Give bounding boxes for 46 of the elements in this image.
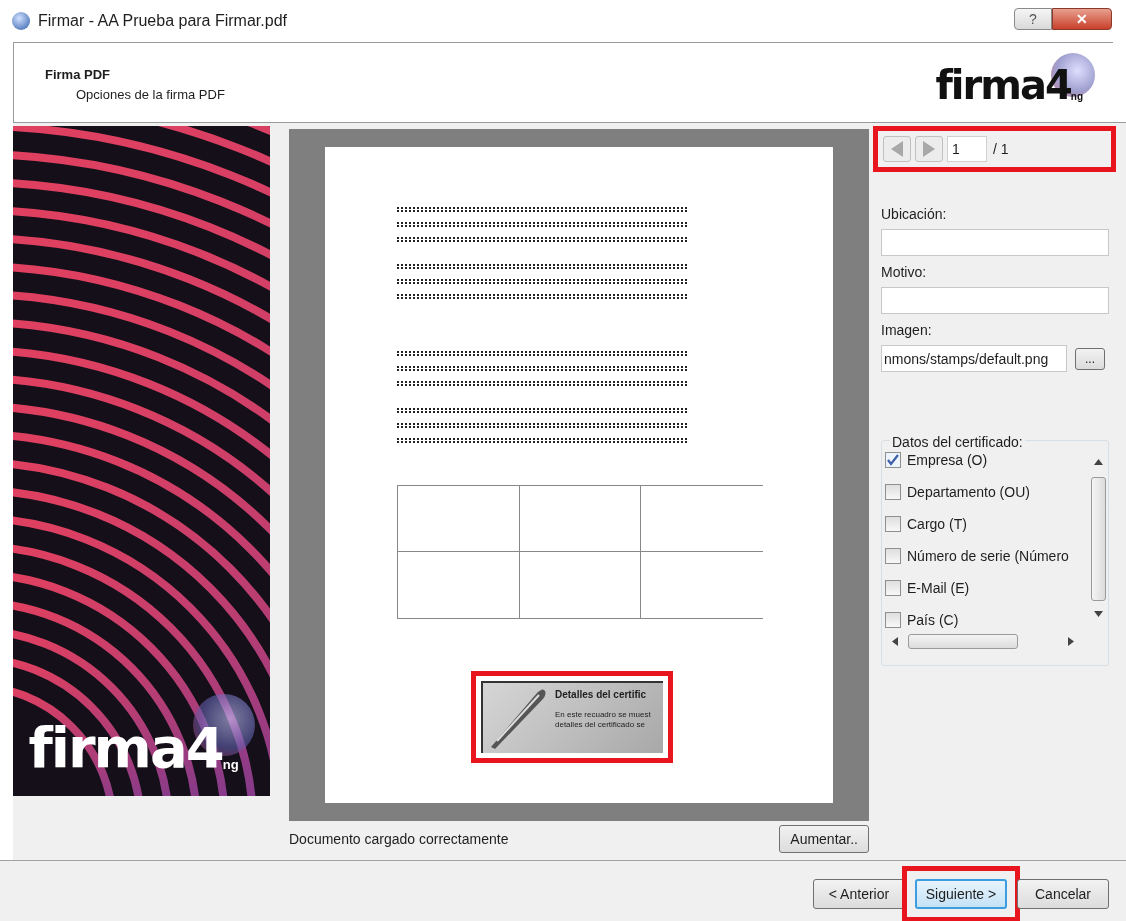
checkbox[interactable] [885, 580, 901, 596]
checkbox-label: Empresa (O) [907, 450, 988, 470]
text-field[interactable]: nmons/stamps/default.png [881, 345, 1067, 372]
check-icon [887, 454, 899, 466]
text-field[interactable] [881, 229, 1109, 256]
scroll-up-icon[interactable] [1094, 459, 1103, 465]
checkbox[interactable] [885, 548, 901, 564]
header-subtitle: Opciones de la firma PDF [75, 85, 225, 104]
page-total: / 1 [993, 139, 1009, 159]
prev-page-button[interactable] [883, 136, 911, 162]
text-field[interactable] [881, 287, 1109, 314]
next-page-button[interactable] [915, 136, 943, 162]
scroll-thumb[interactable] [908, 634, 1018, 649]
dialog-button[interactable]: Cancelar [1017, 879, 1109, 909]
zoom-button[interactable]: Aumentar.. [779, 825, 869, 853]
browse-button[interactable]: ... [1075, 347, 1105, 370]
checkbox-label: Número de serie (Número [907, 546, 1069, 566]
app-icon [12, 12, 30, 30]
stamp-title: Detalles del certific [555, 688, 648, 702]
checkbox[interactable] [885, 612, 901, 628]
scroll-thumb[interactable] [1091, 477, 1106, 601]
dialog-button[interactable]: < Anterior [813, 879, 905, 909]
checkbox-label: Cargo (T) [907, 514, 967, 534]
stamp-text: detalles del certificado se [555, 720, 646, 730]
dialog-button[interactable]: Siguiente > [915, 879, 1007, 909]
header-title: Firma PDF [45, 66, 111, 84]
checkbox-label: País (C) [907, 610, 959, 630]
window-title: Firmar - AA Prueba para Firmar.pdf [38, 11, 288, 31]
field-label: Imagen: [881, 321, 933, 340]
field-label: Ubicación: [881, 205, 948, 224]
status-message: Documento cargado correctamente [289, 829, 509, 849]
checkbox[interactable] [885, 484, 901, 500]
page-number-field[interactable]: 1 [947, 136, 987, 162]
left-arrow-icon [890, 140, 904, 158]
scroll-down-icon[interactable] [1094, 611, 1103, 617]
field-label: Motivo: [881, 263, 928, 282]
scroll-right-icon[interactable] [1068, 637, 1074, 646]
right-arrow-icon [922, 140, 936, 158]
help-button[interactable]: ? [1014, 8, 1052, 30]
checkbox[interactable] [885, 452, 901, 468]
checkbox[interactable] [885, 516, 901, 532]
checkbox-label: Departamento (OU) [907, 482, 1030, 502]
stamp-text: En este recuadro se muest [555, 710, 651, 720]
firma4-logo: firma4ng [935, 53, 1095, 105]
checkbox-label: E-Mail (E) [907, 578, 970, 598]
scroll-left-icon[interactable] [892, 637, 898, 646]
